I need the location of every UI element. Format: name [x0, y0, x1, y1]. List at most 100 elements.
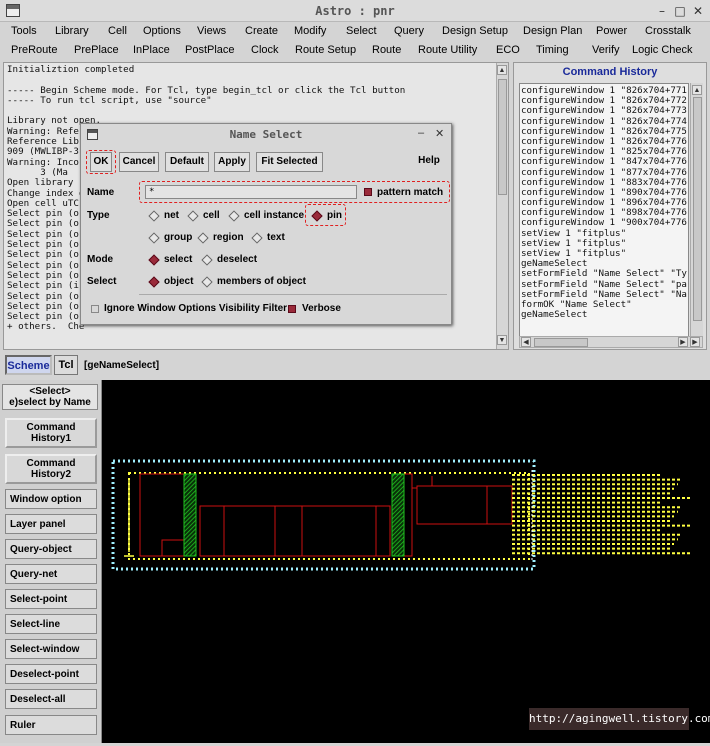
side-button-select-line[interactable]: Select-line — [5, 614, 97, 634]
side-button-label: Command History1 — [7, 422, 95, 444]
side-button-window-option[interactable]: Window option — [5, 489, 97, 509]
command-history-title: Command History — [514, 66, 706, 78]
main-menu-bar: Tools Library Cell Options Views Create Modify… — [0, 22, 710, 41]
menu-power[interactable]: Power — [596, 25, 627, 37]
history-line[interactable]: configureWindow 1 "847x704+776 — [521, 157, 688, 167]
default-button[interactable]: Default — [165, 152, 209, 172]
type-cell-label: cell — [203, 210, 220, 221]
menu-cell[interactable]: Cell — [108, 25, 127, 37]
menu-views[interactable]: Views — [197, 25, 226, 37]
scroll-down-icon[interactable]: ▼ — [497, 335, 507, 345]
side-button-select-point[interactable]: Select-point — [5, 589, 97, 609]
close-icon[interactable]: ✕ — [691, 4, 705, 18]
side-button-query-object[interactable]: Query-object — [5, 539, 97, 559]
log-line: ----- To run tcl script, use "source" — [7, 96, 495, 106]
menu-verify[interactable]: Verify — [592, 44, 620, 56]
side-button-command-history2[interactable]: Command History2 — [5, 454, 97, 484]
mode-select-label: select — [164, 254, 192, 265]
type-net-radio[interactable] — [148, 210, 159, 221]
log-scrollbar[interactable]: ▲ ▼ — [496, 63, 508, 349]
side-button-command-history1[interactable]: Command History1 — [5, 418, 97, 448]
history-scroll-left-icon[interactable]: ◀ — [521, 337, 531, 347]
verbose-label: Verbose — [302, 303, 341, 314]
side-button-label: Select-point — [10, 594, 96, 605]
mode-deselect-label: deselect — [217, 254, 257, 265]
side-button-label: Deselect-point — [10, 669, 96, 680]
menu-route-setup[interactable]: Route Setup — [295, 44, 356, 56]
type-group-label: group — [164, 232, 192, 243]
history-scrollbar[interactable]: ▲ — [690, 83, 703, 339]
type-text-radio[interactable] — [251, 232, 262, 243]
select-object-label: object — [164, 276, 193, 287]
history-hscrollbar[interactable]: ◀ ▶ ▶ — [519, 336, 703, 348]
menu-eco[interactable]: ECO — [496, 44, 520, 56]
command-history-list[interactable]: configureWindow 1 "826x704+771configureW… — [519, 83, 689, 339]
side-button-query-net[interactable]: Query-net — [5, 564, 97, 584]
menu-route[interactable]: Route — [372, 44, 401, 56]
type-region-radio[interactable] — [197, 232, 208, 243]
mode-deselect-radio[interactable] — [201, 254, 212, 265]
minimize-icon[interactable]: – — [655, 4, 669, 18]
current-command[interactable]: [geNameSelect] — [84, 360, 159, 371]
menu-library[interactable]: Library — [55, 25, 89, 37]
history-scroll-right-end-icon[interactable]: ▶ — [690, 337, 700, 347]
menu-timing[interactable]: Timing — [536, 44, 569, 56]
menu-preplace[interactable]: PrePlace — [74, 44, 119, 56]
menu-modify[interactable]: Modify — [294, 25, 326, 37]
side-button-select-window[interactable]: Select-window — [5, 639, 97, 659]
type-cell-instance-label: cell instance — [244, 210, 304, 221]
help-button[interactable]: Help — [414, 152, 444, 172]
ignore-filter-checkbox[interactable] — [91, 305, 99, 313]
scroll-up-icon[interactable]: ▲ — [497, 65, 507, 75]
select-members-of-object-radio[interactable] — [201, 276, 212, 287]
secondary-menu-bar: PreRoute PrePlace InPlace PostPlace Clock Rou… — [0, 41, 710, 60]
menu-design-plan[interactable]: Design Plan — [523, 25, 582, 37]
side-button-deselect-point[interactable]: Deselect-point — [5, 664, 97, 684]
maximize-icon[interactable]: □ — [673, 4, 687, 18]
type-group-radio[interactable] — [148, 232, 159, 243]
side-button-layer-panel[interactable]: Layer panel — [5, 514, 97, 534]
log-scroll-thumb[interactable] — [498, 79, 507, 195]
side-button-label: Command History2 — [7, 458, 95, 480]
menu-postplace[interactable]: PostPlace — [185, 44, 235, 56]
menu-select[interactable]: Select — [346, 25, 377, 37]
mode-select-radio[interactable] — [148, 254, 159, 265]
tcl-button[interactable]: Tcl — [54, 355, 78, 375]
type-cell-radio[interactable] — [187, 210, 198, 221]
history-scroll-thumb[interactable] — [693, 97, 702, 321]
history-line[interactable]: geNameSelect — [521, 310, 688, 320]
select-object-radio[interactable] — [148, 276, 159, 287]
side-button-ruler[interactable]: Ruler — [5, 715, 97, 735]
scheme-button[interactable]: Scheme — [5, 355, 52, 375]
history-hscroll-thumb[interactable] — [534, 338, 588, 347]
verbose-checkbox[interactable] — [288, 305, 296, 313]
fit-selected-button[interactable]: Fit Selected — [256, 152, 323, 172]
menu-logic-check[interactable]: Logic Check — [632, 44, 693, 56]
history-scroll-up-icon[interactable]: ▲ — [692, 85, 702, 95]
layout-canvas[interactable] — [102, 380, 710, 743]
apply-button[interactable]: Apply — [214, 152, 250, 172]
dialog-close-icon[interactable]: ✕ — [435, 127, 444, 140]
side-button-label: Select-line — [10, 619, 96, 630]
select-members-of-object-label: members of object — [217, 276, 306, 287]
menu-query[interactable]: Query — [394, 25, 424, 37]
side-button-select[interactable]: <Select>e)select by Name — [2, 384, 98, 410]
dialog-minimize-icon[interactable]: – — [418, 127, 424, 139]
menu-clock[interactable]: Clock — [251, 44, 279, 56]
menu-preroute[interactable]: PreRoute — [11, 44, 57, 56]
command-bar: Scheme Tcl [geNameSelect] — [0, 352, 710, 380]
side-panel: <Select>e)select by Name Command History1… — [0, 380, 102, 743]
cancel-button[interactable]: Cancel — [119, 152, 159, 172]
menu-tools[interactable]: Tools — [11, 25, 37, 37]
menu-inplace[interactable]: InPlace — [133, 44, 170, 56]
menu-crosstalk[interactable]: Crosstalk — [645, 25, 691, 37]
layout-view[interactable] — [102, 380, 710, 743]
menu-route-utility[interactable]: Route Utility — [418, 44, 477, 56]
side-button-deselect-all[interactable]: Deselect-all — [5, 689, 97, 709]
menu-options[interactable]: Options — [143, 25, 181, 37]
menu-create[interactable]: Create — [245, 25, 278, 37]
history-scroll-right-icon[interactable]: ▶ — [678, 337, 688, 347]
type-text-label: text — [267, 232, 285, 243]
type-cell-instance-radio[interactable] — [228, 210, 239, 221]
menu-design-setup[interactable]: Design Setup — [442, 25, 508, 37]
